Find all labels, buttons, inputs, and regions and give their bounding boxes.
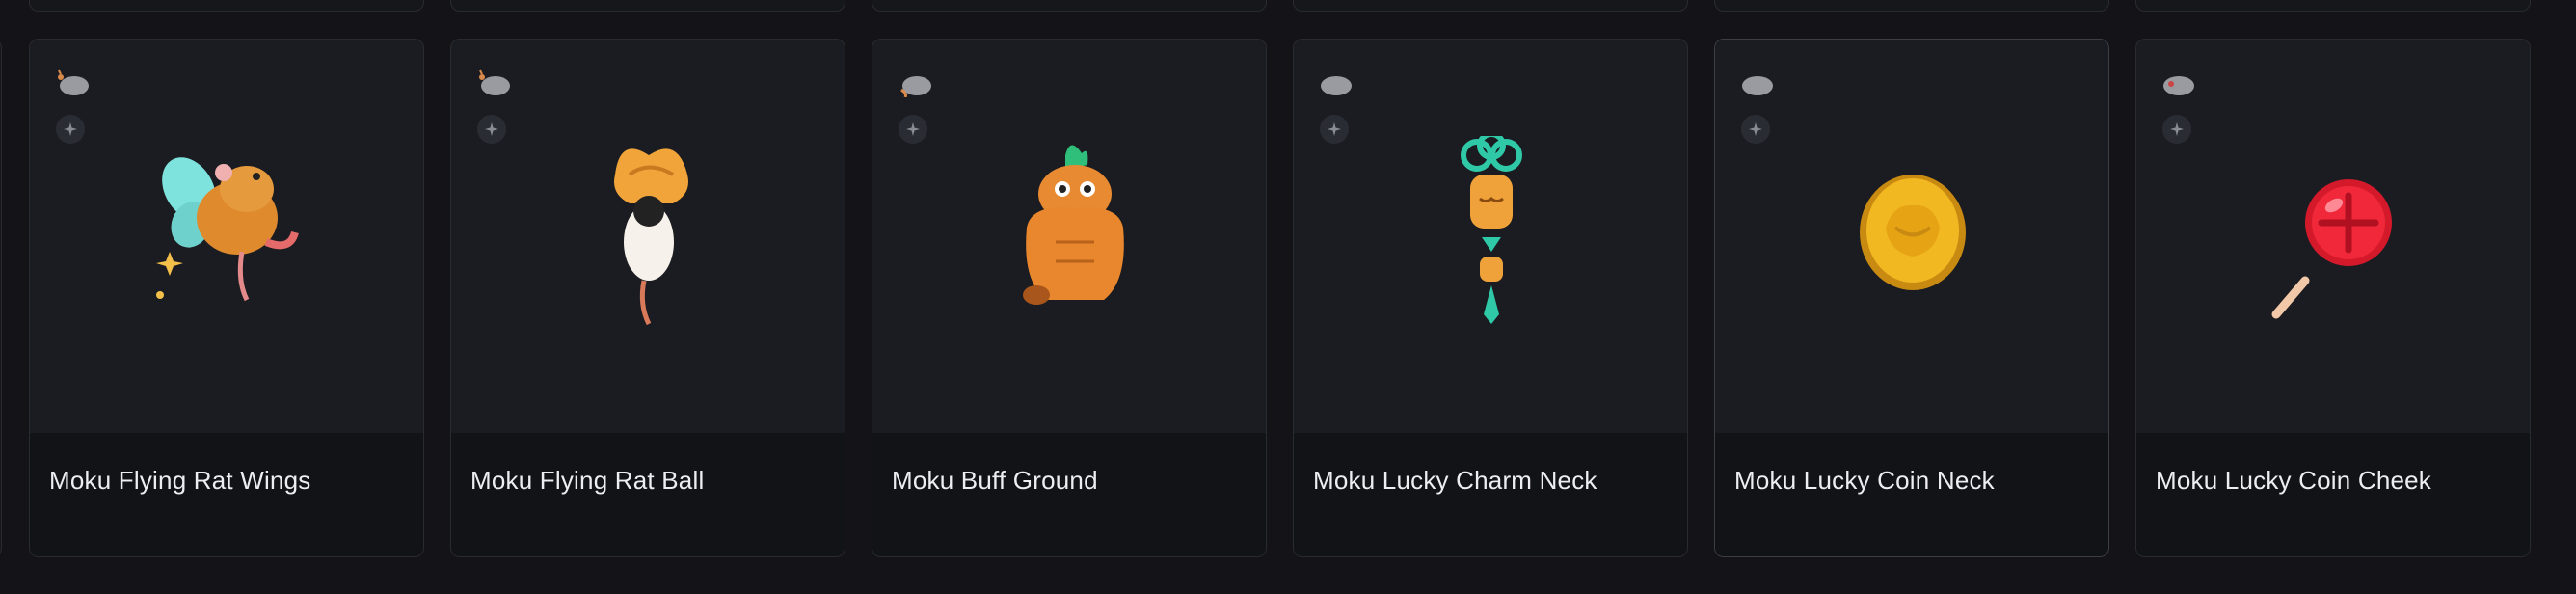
item-card[interactable]: Moku Flying Rat Wings xyxy=(29,39,424,557)
item-footer: Moku Lucky Charm Neck xyxy=(1294,433,1687,556)
partial-card-left xyxy=(0,39,2,557)
item-footer: Moku Flying Rat Wings xyxy=(30,433,423,556)
partial-card-top-5 xyxy=(1714,0,2109,12)
item-card[interactable]: Moku Lucky Charm Neck xyxy=(1293,39,1688,557)
sparkle-icon xyxy=(56,115,85,144)
item-footer: Moku Lucky Coin Cheek xyxy=(2136,433,2530,556)
rat-badge-icon xyxy=(58,69,89,95)
item-footer: Moku Flying Rat Ball xyxy=(451,433,845,556)
item-card[interactable]: Moku Lucky Coin Cheek xyxy=(2135,39,2531,557)
item-image xyxy=(872,40,1266,433)
partial-card-top-3 xyxy=(872,0,1267,12)
sparkle-icon xyxy=(899,115,927,144)
item-title: Moku Lucky Coin Neck xyxy=(1734,466,1995,495)
item-card[interactable]: Moku Flying Rat Ball xyxy=(450,39,845,557)
lucky-charm-art xyxy=(1461,136,1522,324)
item-card[interactable]: Moku Lucky Coin Neck xyxy=(1714,39,2109,557)
flying-rat-ball-art xyxy=(614,148,688,326)
rat-badge-icon xyxy=(900,76,931,97)
rat-badge-icon xyxy=(1321,76,1352,95)
sparkle-icon xyxy=(1741,115,1770,144)
gold-coin-art xyxy=(1860,175,1966,290)
partial-card-top-4 xyxy=(1293,0,1688,12)
partial-card-top-6 xyxy=(2135,0,2531,12)
sparkle-icon xyxy=(477,115,506,144)
item-image xyxy=(2136,40,2530,433)
partial-card-top-1 xyxy=(29,0,424,12)
item-title: Moku Buff Ground xyxy=(892,466,1098,495)
flying-rat-wings-art xyxy=(156,157,299,302)
item-title: Moku Lucky Coin Cheek xyxy=(2156,466,2431,495)
item-image xyxy=(451,40,845,433)
item-footer: Moku Buff Ground xyxy=(872,433,1266,556)
item-image xyxy=(1294,40,1687,433)
item-card[interactable]: Moku Buff Ground xyxy=(872,39,1267,557)
rat-badge-icon xyxy=(479,69,510,95)
item-image xyxy=(30,40,423,433)
partial-card-top-2 xyxy=(450,0,845,12)
item-image xyxy=(1715,40,2108,433)
item-footer: Moku Lucky Coin Neck xyxy=(1715,433,2108,556)
item-title: Moku Flying Rat Wings xyxy=(49,466,311,495)
rat-badge-icon xyxy=(2163,76,2194,95)
sparkle-icon xyxy=(1320,115,1349,144)
buff-tanuki-art xyxy=(1023,145,1124,305)
red-lollipop-coin-art xyxy=(2271,179,2392,319)
sparkle-icon xyxy=(2162,115,2191,144)
item-title: Moku Flying Rat Ball xyxy=(470,466,705,495)
rat-badge-icon xyxy=(1742,76,1773,95)
item-grid: Moku Flying Rat Wings Moku Flying Rat Ba… xyxy=(29,39,2531,557)
item-title: Moku Lucky Charm Neck xyxy=(1313,466,1597,495)
